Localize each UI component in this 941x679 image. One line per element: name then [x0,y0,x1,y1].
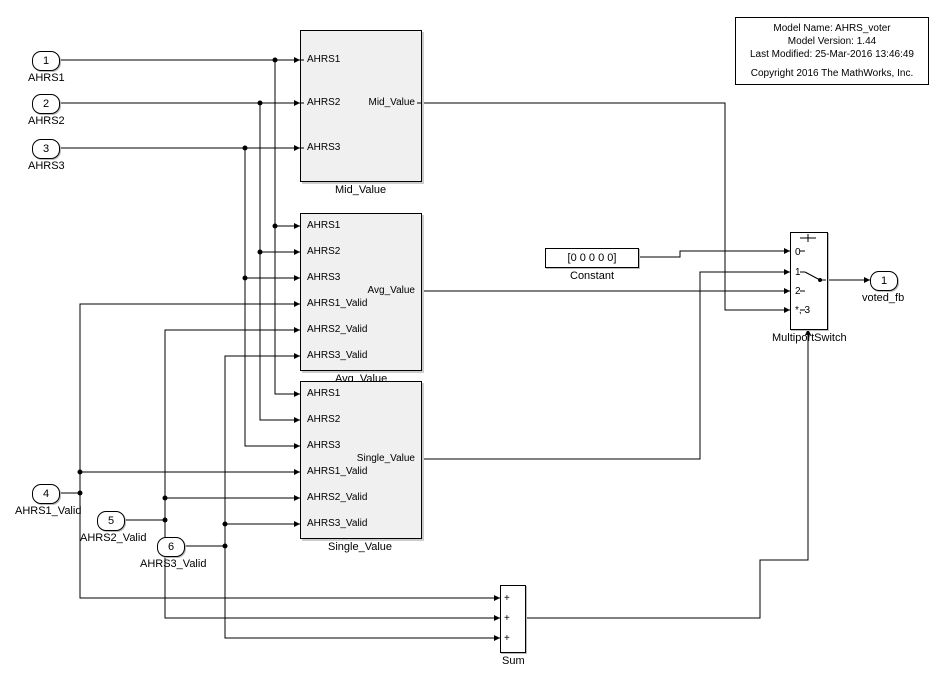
inport-6[interactable]: 6 [157,537,185,557]
sng-in2: AHRS2 [307,414,340,425]
block-single-value[interactable]: AHRS1 AHRS2 AHRS3 AHRS1_Valid AHRS2_Vali… [300,381,422,539]
sng-in1: AHRS1 [307,388,340,399]
sw-lbl-3: *, 3 [795,305,810,316]
outport-1[interactable]: 1 [870,271,898,291]
avg-in4: AHRS1_Valid [307,298,367,309]
avg-in2: AHRS2 [307,246,340,257]
inport-5-label: AHRS2_Valid [80,532,146,544]
block-mid-value[interactable]: AHRS1 AHRS2 AHRS3 Mid_Value [300,30,422,182]
avg-in6: AHRS3_Valid [307,350,367,361]
sng-in5: AHRS2_Valid [307,492,367,503]
mid-in2: AHRS2 [307,97,340,108]
avg-in1: AHRS1 [307,220,340,231]
switch-name: MultiportSwitch [772,332,847,344]
constant-name: Constant [570,270,614,282]
inport-6-label: AHRS3_Valid [140,558,206,570]
sum-name: Sum [502,655,525,667]
info-l1: Model Name: AHRS_voter [742,22,922,35]
info-l4: Copyright 2016 The MathWorks, Inc. [742,67,922,80]
sum-op2: + [504,613,510,624]
model-info-box: Model Name: AHRS_voter Model Version: 1.… [735,17,929,85]
info-l3: Last Modified: 25-Mar-2016 13:46:49 [742,48,922,61]
sum-op3: + [504,633,510,644]
sng-out: Single_Value [357,453,415,464]
avg-in3: AHRS3 [307,272,340,283]
single-block-name: Single_Value [328,541,392,553]
mid-out: Mid_Value [368,97,415,108]
inport-2[interactable]: 2 [32,94,60,114]
block-multiport-switch[interactable]: 0 1 2 *, 3 [790,232,828,330]
inport-1-label: AHRS1 [28,72,65,84]
outport-1-label: voted_fb [862,292,904,304]
mid-block-name: Mid_Value [335,184,386,196]
inport-2-label: AHRS2 [28,115,65,127]
block-constant[interactable]: [0 0 0 0 0] [545,248,639,268]
mid-in3: AHRS3 [307,142,340,153]
avg-in5: AHRS2_Valid [307,324,367,335]
sw-lbl-2: 2 [795,286,801,297]
sng-in3: AHRS3 [307,440,340,451]
sw-lbl-1: 1 [795,267,801,278]
sng-in6: AHRS3_Valid [307,518,367,529]
inport-3[interactable]: 3 [32,139,60,159]
sum-op1: + [504,593,510,604]
inport-3-label: AHRS3 [28,160,65,172]
inport-4[interactable]: 4 [32,484,60,504]
block-avg-value[interactable]: AHRS1 AHRS2 AHRS3 AHRS1_Valid AHRS2_Vali… [300,213,422,371]
mid-in1: AHRS1 [307,54,340,65]
constant-value: [0 0 0 0 0] [568,252,617,264]
block-sum[interactable]: + + + [500,585,526,653]
sng-in4: AHRS1_Valid [307,466,367,477]
inport-1[interactable]: 1 [32,51,60,71]
inport-4-label: AHRS1_Valid [15,505,81,517]
sw-lbl-0: 0 [795,247,801,258]
info-l2: Model Version: 1.44 [742,35,922,48]
avg-out: Avg_Value [368,285,415,296]
inport-5[interactable]: 5 [97,511,125,531]
